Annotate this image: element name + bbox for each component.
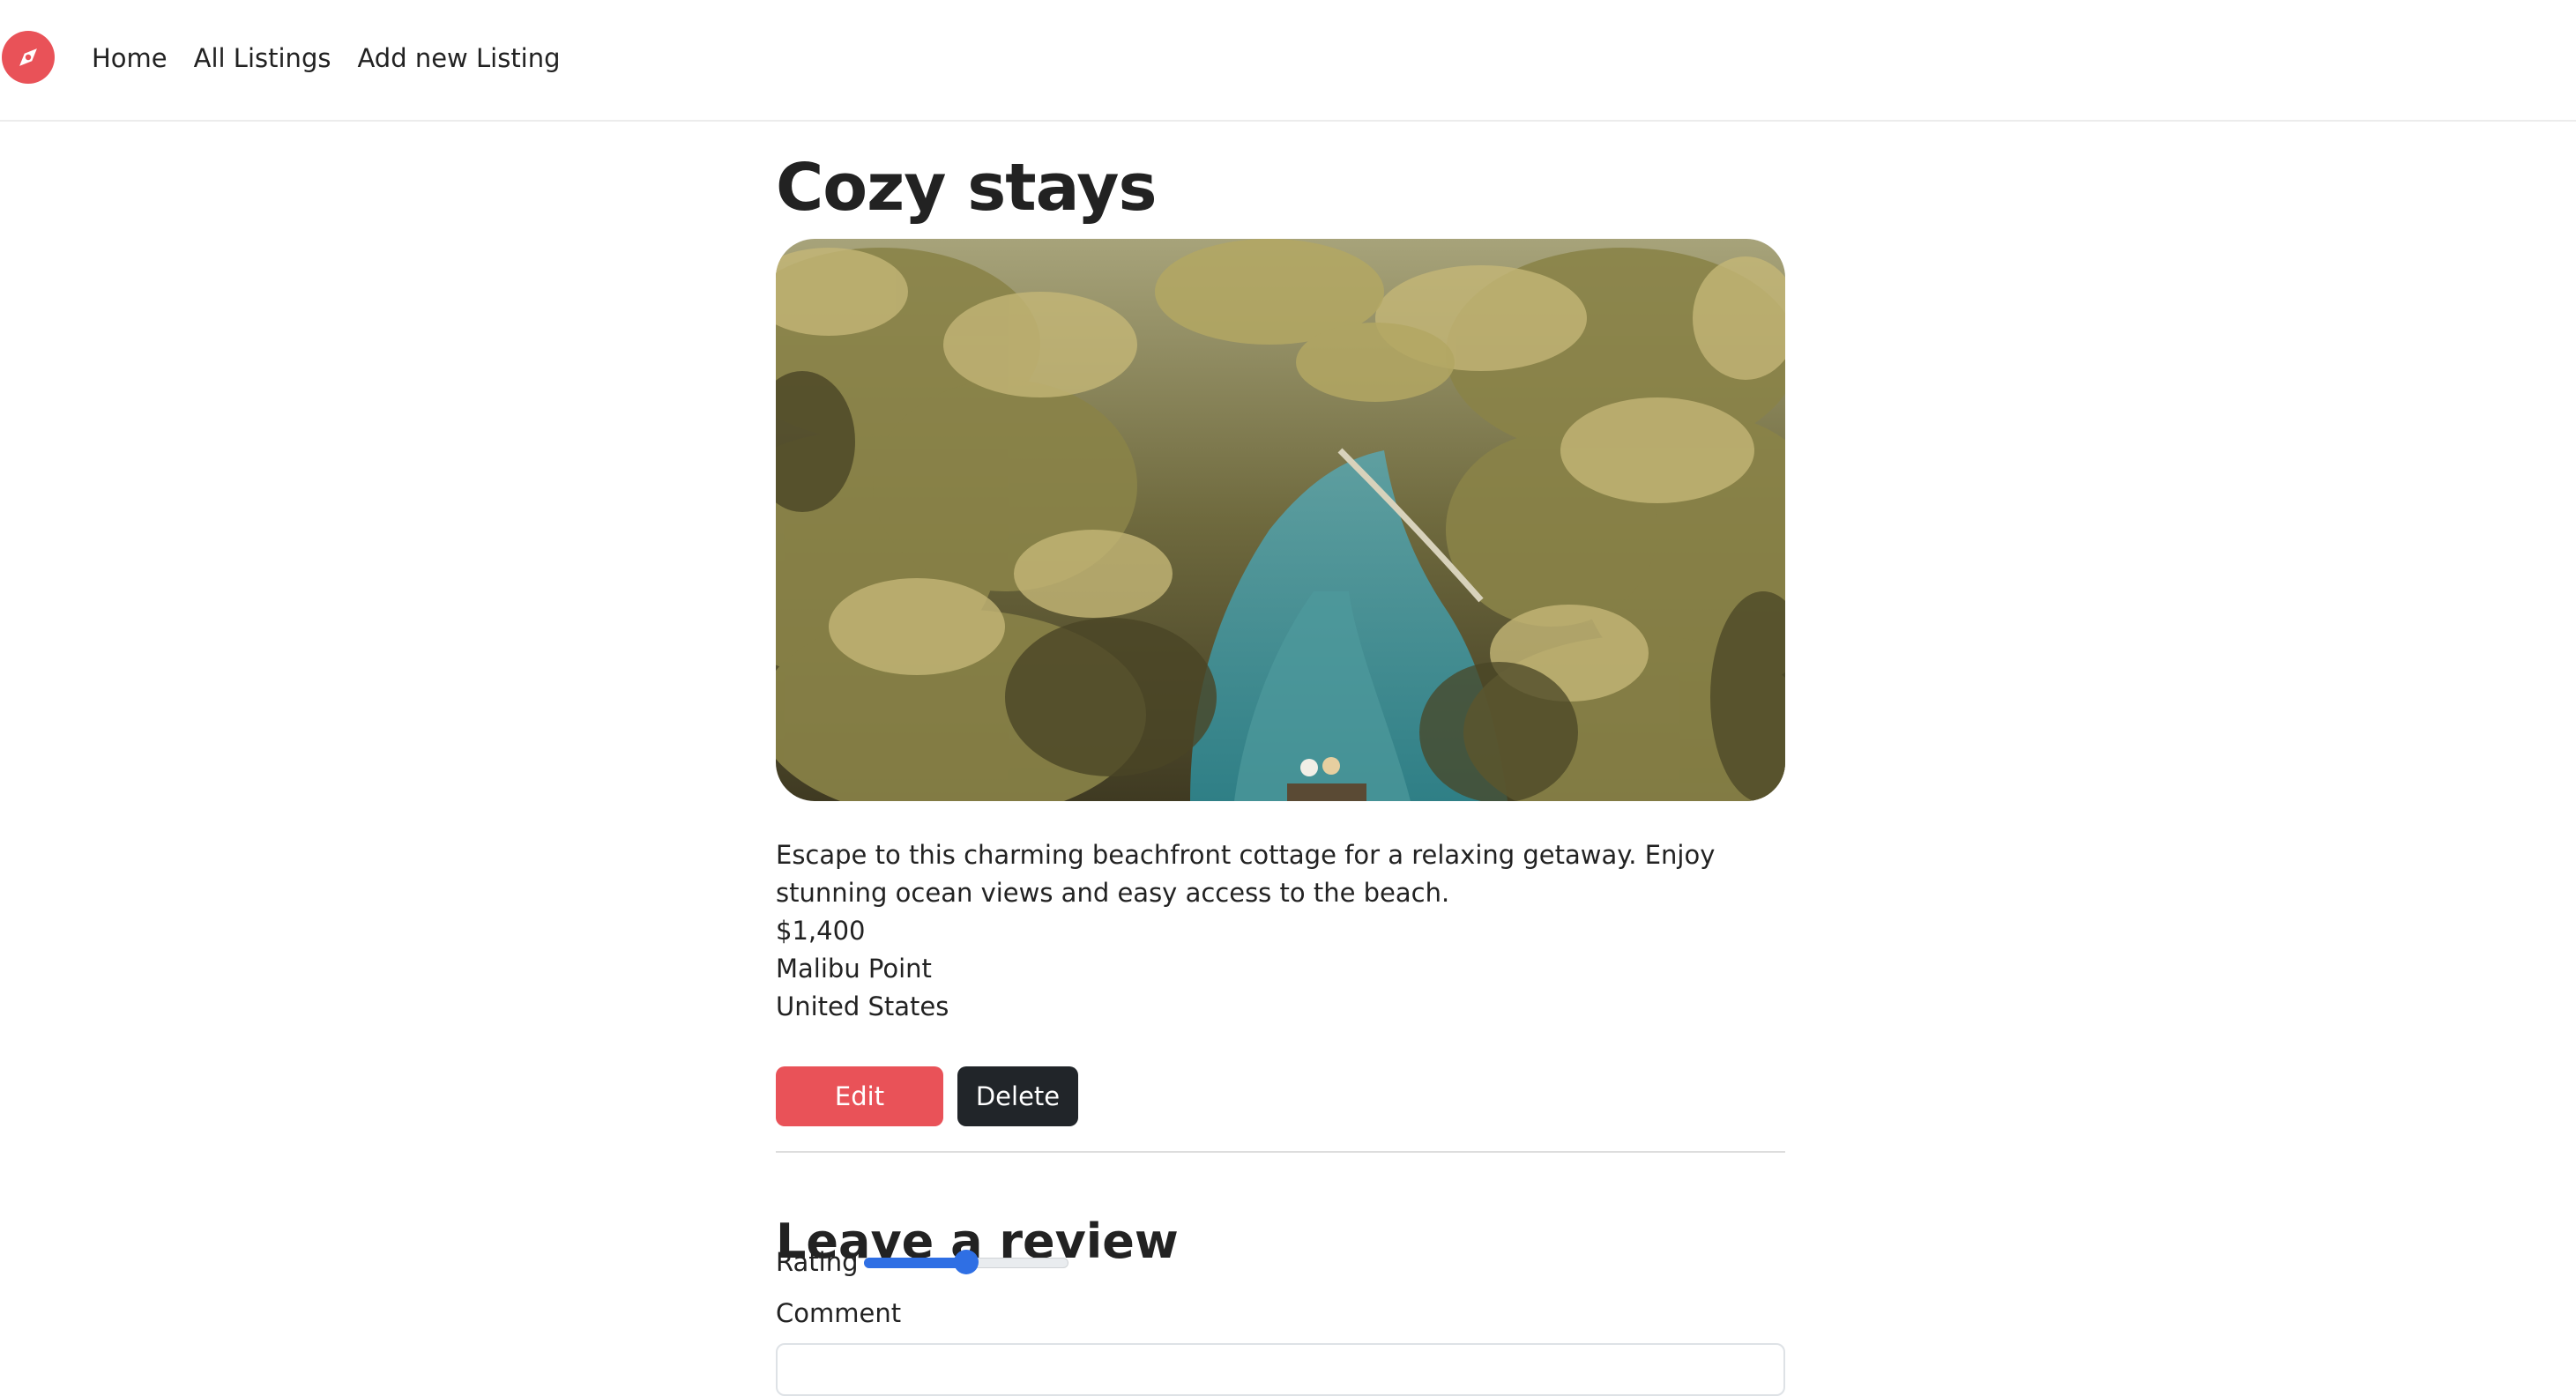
edit-button[interactable]: Edit — [776, 1066, 943, 1126]
listing-location: Malibu Point — [776, 954, 932, 984]
listing-price: $1,400 — [776, 916, 866, 946]
rating-slider[interactable] — [863, 1249, 1068, 1275]
listing-title: Cozy stays — [776, 150, 1158, 226]
nav-link-home[interactable]: Home — [92, 39, 168, 78]
nav-links: Home All Listings Add new Listing — [92, 39, 561, 78]
nav-link-all-listings[interactable]: All Listings — [194, 39, 331, 78]
listing-country: United States — [776, 991, 949, 1021]
rating-row: Rating — [776, 1243, 1068, 1281]
divider — [776, 1151, 1785, 1153]
listing-details: Escape to this charming beachfront cotta… — [776, 836, 1785, 1026]
comment-label: Comment — [776, 1298, 902, 1328]
delete-button[interactable]: Delete — [957, 1066, 1078, 1126]
rating-slider-thumb[interactable] — [953, 1250, 979, 1274]
listing-photo — [776, 239, 1785, 801]
navbar: Home All Listings Add new Listing — [0, 0, 2576, 122]
comment-textarea[interactable] — [776, 1343, 1785, 1396]
compass-icon[interactable] — [2, 31, 55, 84]
listing-container: Cozy stays Escape to this charming beach… — [776, 122, 1785, 1328]
nav-link-add-new-listing[interactable]: Add new Listing — [357, 39, 560, 78]
listing-actions: Edit Delete — [776, 1066, 1078, 1126]
listing-image — [776, 239, 1785, 801]
rating-slider-fill — [863, 1258, 966, 1268]
rating-label: Rating — [776, 1247, 859, 1277]
listing-description: Escape to this charming beachfront cotta… — [776, 840, 1716, 908]
